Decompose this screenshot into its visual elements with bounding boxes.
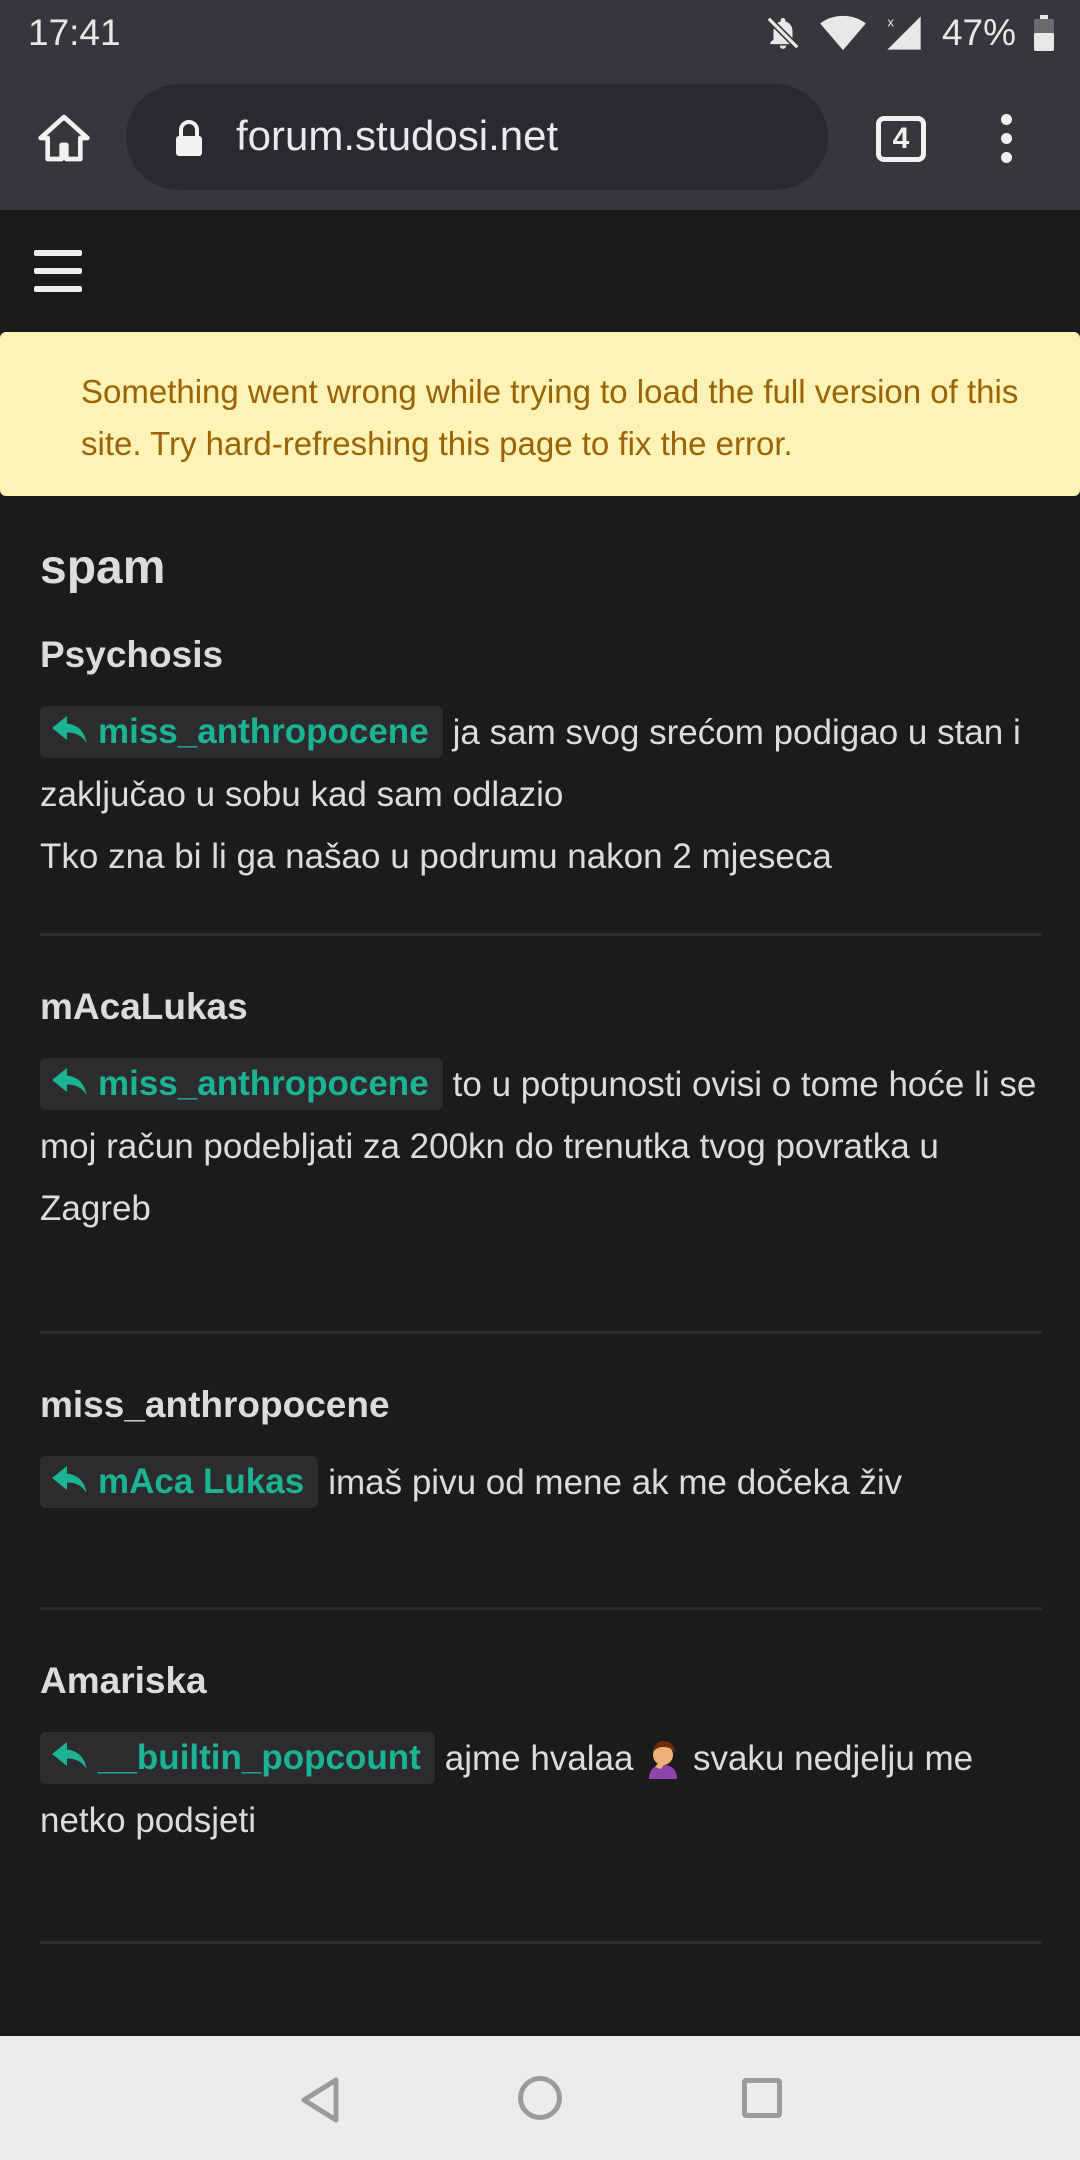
post: Amariska __builtin_popcount ajme hvalaa s… bbox=[40, 1610, 1042, 1944]
hamburger-menu-icon[interactable] bbox=[34, 250, 82, 292]
signal-icon: x bbox=[884, 13, 924, 53]
status-icons: x 47% bbox=[764, 10, 1054, 56]
post: mAcaLukas miss_anthropocene to u potpunos… bbox=[40, 936, 1042, 1334]
more-options-icon[interactable] bbox=[996, 114, 1016, 164]
reply-to-username: miss_anthropocene bbox=[98, 711, 429, 751]
post-text: ajme hvalaa bbox=[444, 1739, 634, 1778]
url-text: forum.studosi.net bbox=[236, 112, 559, 159]
post-author[interactable]: Amariska bbox=[40, 1660, 207, 1702]
status-time: 17:41 bbox=[28, 12, 121, 53]
post-text: imaš pivu od mene ak me dočeka živ bbox=[328, 1463, 903, 1502]
browser-toolbar: forum.studosi.net 4 bbox=[0, 66, 1080, 210]
post-author[interactable]: mAcaLukas bbox=[40, 986, 248, 1028]
svg-text:x: x bbox=[887, 14, 894, 29]
post-author[interactable]: Psychosis bbox=[40, 634, 223, 676]
post: Psychosis miss_anthropocene ja sam svog s… bbox=[40, 610, 1042, 936]
post-body: miss_anthropocene to u potpunosti ovisi o… bbox=[40, 1054, 1042, 1240]
wifi-icon bbox=[820, 14, 866, 52]
page-title: spam bbox=[40, 541, 166, 594]
error-alert: Something went wrong while trying to loa… bbox=[0, 332, 1080, 496]
recent-apps-icon[interactable] bbox=[742, 2078, 782, 2118]
post: miss_anthropocene mAca Lukas imaš pivu od… bbox=[40, 1334, 1042, 1610]
post-text: Tko zna bi li ga našao u podrumu nakon 2… bbox=[40, 837, 832, 876]
status-bar: 17:41 x 47% bbox=[0, 0, 1080, 66]
reply-to-username: miss_anthropocene bbox=[98, 1063, 429, 1103]
reply-to-link[interactable]: mAca Lukas bbox=[40, 1455, 319, 1508]
post-author[interactable]: miss_anthropocene bbox=[40, 1384, 390, 1426]
topic-content: spam Psychosis miss_anthropocene ja sam s… bbox=[40, 496, 1042, 1944]
system-nav-bar bbox=[0, 2036, 1080, 2160]
site-header bbox=[0, 210, 1080, 332]
home-circle-icon[interactable] bbox=[518, 2076, 562, 2120]
tab-switcher-button[interactable]: 4 bbox=[876, 116, 926, 162]
post-body: miss_anthropocene ja sam svog srećom podi… bbox=[40, 702, 1042, 888]
battery-percent: 47% bbox=[941, 12, 1016, 53]
post-body: mAca Lukas imaš pivu od mene ak me dočeka… bbox=[40, 1452, 1042, 1514]
home-icon[interactable] bbox=[36, 110, 92, 166]
post-body: __builtin_popcount ajme hvalaa svaku nedj… bbox=[40, 1728, 1042, 1852]
lock-icon bbox=[174, 120, 204, 156]
reply-to-username: __builtin_popcount bbox=[98, 1737, 421, 1777]
facepalm-emoji-icon bbox=[643, 1737, 683, 1779]
reply-to-link[interactable]: miss_anthropocene bbox=[40, 705, 443, 758]
mute-icon bbox=[764, 14, 802, 52]
reply-to-link[interactable]: __builtin_popcount bbox=[40, 1731, 435, 1784]
reply-to-username: mAca Lukas bbox=[98, 1461, 305, 1501]
battery-icon bbox=[1034, 15, 1054, 51]
back-icon[interactable] bbox=[298, 2076, 342, 2129]
address-bar[interactable]: forum.studosi.net bbox=[126, 84, 828, 190]
reply-to-link[interactable]: miss_anthropocene bbox=[40, 1057, 443, 1110]
